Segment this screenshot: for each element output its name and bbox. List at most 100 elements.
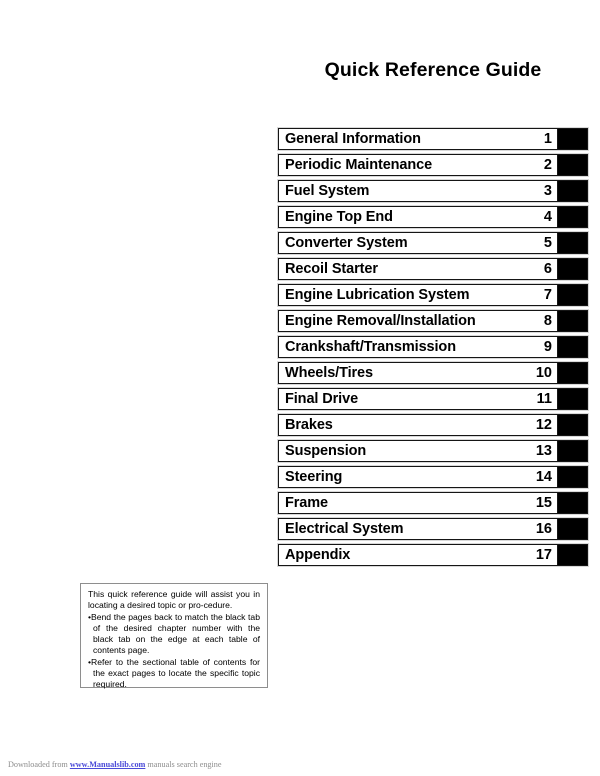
chapter-number-cell: 9 (544, 337, 557, 357)
note-intro-paragraph: This quick reference guide will assist y… (88, 589, 260, 611)
chapter-row[interactable]: Frame 15 (278, 492, 588, 514)
chapter-number: 3 (543, 182, 552, 199)
chapter-row[interactable]: Crankshaft/Transmission 9 (278, 336, 588, 358)
chapter-row[interactable]: Appendix 17 (278, 544, 588, 566)
note-bullet-item: •Refer to the sectional table of content… (88, 657, 260, 691)
chapter-number-cell: 4 (544, 207, 557, 227)
chapter-number-cell: 17 (536, 545, 557, 565)
chapter-label-cell: Engine Lubrication System (279, 285, 544, 305)
chapter-label: Converter System (285, 234, 408, 251)
chapter-label: Wheels/Tires (285, 364, 373, 381)
chapter-number: 9 (543, 338, 552, 355)
page-title: Quick Reference Guide (324, 59, 542, 81)
chapter-label-cell: Converter System (279, 233, 544, 253)
chapter-label: Engine Top End (285, 208, 393, 225)
note-bullet-text: Bend the pages back to match the black t… (91, 611, 260, 656)
chapter-row[interactable]: Fuel System 3 (278, 180, 588, 202)
chapter-row[interactable]: Brakes 12 (278, 414, 588, 436)
chapter-row[interactable]: General Information 1 (278, 128, 588, 150)
chapter-black-tab (557, 441, 587, 461)
chapter-number-cell: 13 (536, 441, 557, 461)
chapter-row[interactable]: Periodic Maintenance 2 (278, 154, 588, 176)
chapter-number: 16 (535, 520, 552, 537)
chapter-number: 14 (535, 468, 552, 485)
chapter-label: Brakes (285, 416, 333, 433)
chapter-row[interactable]: Final Drive 11 (278, 388, 588, 410)
chapter-number: 12 (535, 416, 552, 433)
chapter-number-cell: 7 (544, 285, 557, 305)
chapter-label: Electrical System (285, 520, 404, 537)
chapter-number-cell: 8 (544, 311, 557, 331)
chapter-label: Suspension (285, 442, 367, 459)
chapter-row[interactable]: Steering 14 (278, 466, 588, 488)
chapter-black-tab (557, 519, 587, 539)
chapter-black-tab (557, 181, 587, 201)
chapter-label: Fuel System (285, 182, 370, 199)
chapter-label-cell: Brakes (279, 415, 536, 435)
chapter-row[interactable]: Engine Lubrication System 7 (278, 284, 588, 306)
chapter-black-tab (557, 155, 587, 175)
chapter-number-cell: 10 (536, 363, 557, 383)
chapter-label: Recoil Starter (285, 260, 378, 277)
chapter-number-cell: 3 (544, 181, 557, 201)
chapter-number-cell: 6 (544, 259, 557, 279)
chapter-number: 8 (543, 312, 552, 329)
chapter-label-cell: Frame (279, 493, 536, 513)
chapter-row[interactable]: Wheels/Tires 10 (278, 362, 588, 384)
chapter-number: 11 (536, 390, 552, 407)
chapter-label: Crankshaft/Transmission (285, 338, 456, 355)
chapter-reference-list: General Information 1 Periodic Maintenance… (278, 128, 588, 570)
chapter-number-cell: 2 (544, 155, 557, 175)
chapter-label-cell: Fuel System (279, 181, 544, 201)
chapter-black-tab (557, 337, 587, 357)
note-bullet-item: •Bend the pages back to match the black … (88, 612, 260, 657)
chapter-row[interactable]: Recoil Starter 6 (278, 258, 588, 280)
chapter-label: Appendix (285, 546, 351, 563)
chapter-number-cell: 14 (536, 467, 557, 487)
chapter-black-tab (557, 129, 587, 149)
chapter-label-cell: Suspension (279, 441, 536, 461)
chapter-number-cell: 11 (537, 389, 557, 409)
chapter-number-cell: 12 (536, 415, 557, 435)
chapter-number: 10 (535, 364, 552, 381)
chapter-label: Final Drive (285, 390, 359, 407)
chapter-number: 4 (543, 208, 552, 225)
chapter-label-cell: Electrical System (279, 519, 536, 539)
chapter-label-cell: Engine Removal/Installation (279, 311, 544, 331)
chapter-row[interactable]: Converter System 5 (278, 232, 588, 254)
chapter-number-cell: 15 (536, 493, 557, 513)
chapter-number: 6 (543, 260, 552, 277)
chapter-black-tab (557, 545, 587, 565)
chapter-number-cell: 5 (544, 233, 557, 253)
manualslib-link[interactable]: www.Manualslib.com (70, 760, 146, 769)
chapter-label-cell: General Information (279, 129, 544, 149)
chapter-label: Steering (285, 468, 343, 485)
chapter-row[interactable]: Electrical System 16 (278, 518, 588, 540)
watermark-footer: Downloaded from www.Manualslib.com manua… (8, 760, 222, 769)
chapter-black-tab (557, 207, 587, 227)
chapter-label-cell: Final Drive (279, 389, 537, 409)
chapter-label: Engine Lubrication System (285, 286, 470, 303)
chapter-black-tab (557, 285, 587, 305)
chapter-row[interactable]: Suspension 13 (278, 440, 588, 462)
chapter-label: Engine Removal/Installation (285, 312, 476, 329)
document-page: Quick Reference Guide General Informatio… (0, 0, 600, 776)
chapter-black-tab (557, 467, 587, 487)
chapter-row[interactable]: Engine Top End 4 (278, 206, 588, 228)
chapter-number: 2 (543, 156, 552, 173)
chapter-number-cell: 16 (536, 519, 557, 539)
chapter-label: General Information (285, 130, 421, 147)
watermark-suffix: manuals search engine (145, 760, 222, 769)
chapter-label-cell: Steering (279, 467, 536, 487)
chapter-label-cell: Crankshaft/Transmission (279, 337, 544, 357)
chapter-number: 1 (543, 130, 552, 147)
chapter-number: 15 (535, 494, 552, 511)
chapter-black-tab (557, 311, 587, 331)
chapter-number: 13 (535, 442, 552, 459)
chapter-row[interactable]: Engine Removal/Installation 8 (278, 310, 588, 332)
chapter-number: 5 (543, 234, 552, 251)
note-bullet-text: Refer to the sectional table of contents… (91, 656, 260, 690)
chapter-number: 7 (543, 286, 552, 303)
chapter-black-tab (557, 389, 587, 409)
chapter-black-tab (557, 233, 587, 253)
